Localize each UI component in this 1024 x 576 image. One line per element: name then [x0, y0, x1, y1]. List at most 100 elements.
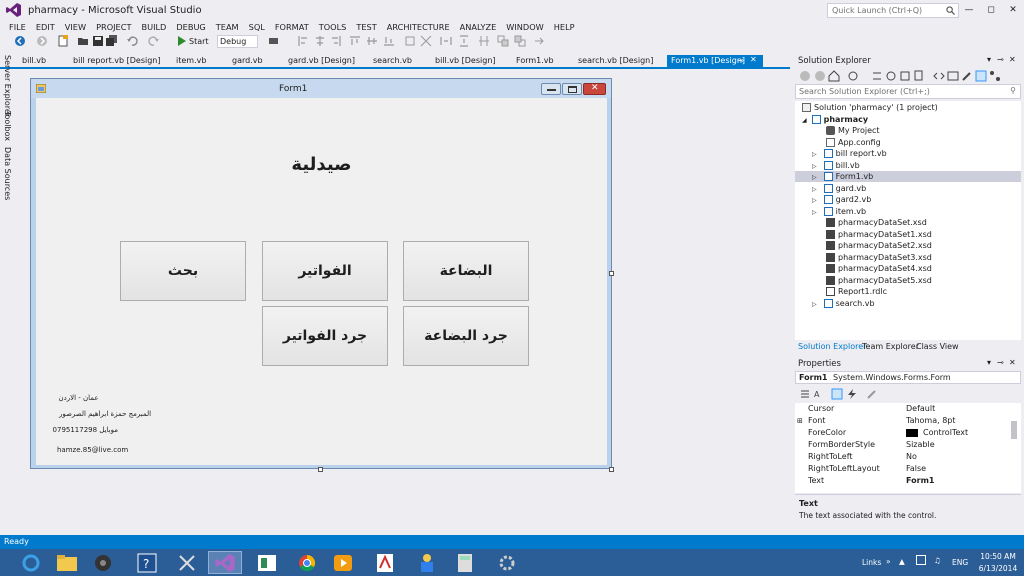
search-button[interactable]: بحث	[120, 241, 246, 301]
property-pages-icon[interactable]	[866, 388, 878, 400]
align-left-icon[interactable]	[297, 35, 309, 47]
align-middle-icon[interactable]	[366, 35, 378, 47]
show-hidden-icons-icon[interactable]: ▲	[899, 557, 905, 566]
chevron-right-icon[interactable]: »	[886, 557, 891, 566]
tree-item[interactable]: pharmacyDataSet1.xsd	[826, 229, 932, 240]
tree-item[interactable]: pharmacyDataSet5.xsd	[826, 275, 932, 286]
goods-button[interactable]: البضاعة	[403, 241, 529, 301]
help-icon[interactable]: ?	[130, 551, 164, 574]
redo-icon[interactable]	[148, 35, 160, 47]
save-icon[interactable]	[92, 35, 104, 47]
refresh-icon[interactable]	[885, 70, 897, 82]
tree-item[interactable]: ▷ item.vb	[812, 206, 866, 217]
media-player-icon[interactable]	[86, 551, 120, 574]
tab-team-explorer[interactable]: Team Explorer	[862, 342, 919, 351]
align-right-icon[interactable]	[330, 35, 342, 47]
property-row[interactable]: RightToLeftLayout False	[795, 463, 1021, 475]
file-explorer-icon[interactable]	[50, 551, 84, 574]
class-diagram-icon[interactable]	[989, 70, 1001, 82]
panel-menu-icon[interactable]: ▾	[987, 358, 991, 367]
send-to-back-icon[interactable]	[514, 35, 526, 47]
forward-icon[interactable]	[36, 35, 48, 47]
video-player-icon[interactable]	[326, 551, 360, 574]
property-row[interactable]: FormBorderStyle Sizable	[795, 439, 1021, 451]
menu-project[interactable]: PROJECT	[91, 22, 136, 32]
inventory-invoices-button[interactable]: جرد الفواتير	[262, 306, 388, 366]
preview-selected-icon[interactable]	[975, 70, 987, 82]
tree-solution-node[interactable]: Solution 'pharmacy' (1 project)	[802, 102, 938, 113]
settings-icon[interactable]	[490, 551, 524, 574]
menu-team[interactable]: TEAM	[211, 22, 244, 32]
form-maximize-button[interactable]	[562, 83, 582, 95]
close-panel-icon[interactable]: ✕	[1009, 358, 1016, 367]
menu-help[interactable]: HELP	[549, 22, 580, 32]
menu-edit[interactable]: EDIT	[31, 22, 60, 32]
properties-object-selector[interactable]: Form1 System.Windows.Forms.Form	[795, 371, 1021, 384]
tree-item[interactable]: ▷ search.vb	[812, 298, 875, 309]
start-label[interactable]: Start	[189, 37, 209, 46]
minimize-button[interactable]: —	[959, 3, 979, 17]
menu-test[interactable]: TEST	[351, 22, 381, 32]
properties-icon[interactable]	[961, 70, 973, 82]
save-all-icon[interactable]	[106, 35, 118, 47]
resize-handle-right[interactable]	[609, 271, 614, 276]
tree-item-selected[interactable]: ▷ Form1.vb	[795, 171, 1021, 182]
visual-studio-taskbar-icon[interactable]	[208, 551, 242, 574]
tree-item[interactable]: pharmacyDataSet3.xsd	[826, 252, 932, 263]
tree-item[interactable]: ▷ gard2.vb	[812, 194, 871, 205]
align-center-icon[interactable]	[314, 35, 326, 47]
internet-explorer-icon[interactable]	[14, 551, 48, 574]
tools-icon[interactable]	[170, 551, 204, 574]
center-horizontally-icon[interactable]	[478, 35, 490, 47]
invoices-button[interactable]: الفواتير	[262, 241, 388, 301]
installer-icon[interactable]	[410, 551, 444, 574]
form-window[interactable]: Form1 ✕ صيدلية بحث الفواتير البضاعة جرد …	[30, 78, 612, 469]
menu-analyze[interactable]: ANALYZE	[455, 22, 502, 32]
menu-format[interactable]: FORMAT	[270, 22, 314, 32]
start-icon[interactable]	[176, 35, 188, 47]
resize-handle-corner[interactable]	[609, 467, 614, 472]
clock-date[interactable]: 6/13/2014	[978, 564, 1018, 573]
tree-item[interactable]: pharmacyDataSet4.xsd	[826, 263, 932, 274]
back-icon[interactable]	[14, 35, 26, 47]
home-icon[interactable]	[828, 70, 840, 82]
tab-solution-explorer[interactable]: Solution Explorer	[798, 342, 866, 351]
calculator-icon[interactable]	[448, 551, 482, 574]
input-language[interactable]: ENG	[952, 558, 968, 567]
quick-launch-input[interactable]: Quick Launch (Ctrl+Q)	[827, 3, 959, 18]
properties-view-icon[interactable]	[831, 388, 843, 400]
clock-time[interactable]: 10:50 AM	[978, 552, 1018, 561]
menu-architecture[interactable]: ARCHITECTURE	[382, 22, 455, 32]
property-row[interactable]: ForeColor ControlText	[795, 427, 1021, 439]
menu-build[interactable]: BUILD	[136, 22, 171, 32]
links-toolbar[interactable]: Links	[862, 558, 881, 567]
panel-menu-icon[interactable]: ▾	[987, 55, 991, 64]
side-tab-toolbox[interactable]: Toolbox	[3, 111, 12, 141]
size-to-grid-icon[interactable]	[420, 35, 432, 47]
solution-explorer-search-input[interactable]: Search Solution Explorer (Ctrl+;) ⚲	[795, 84, 1021, 99]
tree-item[interactable]: pharmacyDataSet2.xsd	[826, 240, 932, 251]
open-file-icon[interactable]	[77, 35, 89, 47]
close-panel-icon[interactable]: ✕	[1009, 55, 1016, 64]
bring-to-front-icon[interactable]	[497, 35, 509, 47]
events-icon[interactable]	[846, 388, 858, 400]
pending-changes-icon[interactable]	[871, 70, 883, 82]
tree-item[interactable]: ▷ bill.vb	[812, 160, 860, 171]
horizontal-spacing-icon[interactable]	[440, 35, 452, 47]
back-icon[interactable]	[799, 70, 811, 82]
tree-item[interactable]: My Project	[826, 125, 880, 136]
property-row[interactable]: Text Form1	[795, 475, 1021, 487]
tree-project-node[interactable]: ◢ pharmacy	[802, 114, 868, 125]
view-code-icon[interactable]	[933, 70, 945, 82]
close-tab-icon[interactable]: ✕	[750, 55, 757, 64]
tree-item[interactable]: Report1.rdlc	[826, 286, 887, 297]
chrome-icon[interactable]	[290, 551, 324, 574]
pdf-reader-icon[interactable]	[368, 551, 402, 574]
pin-icon[interactable]: ⊸	[997, 358, 1004, 367]
designer-app-icon[interactable]	[250, 551, 284, 574]
form-close-button[interactable]: ✕	[583, 83, 606, 95]
forward-icon[interactable]	[814, 70, 826, 82]
side-tab-data-sources[interactable]: Data Sources	[3, 147, 12, 200]
collapse-all-icon[interactable]	[899, 70, 911, 82]
side-tab-server-explorer[interactable]: Server Explorer	[3, 55, 12, 117]
